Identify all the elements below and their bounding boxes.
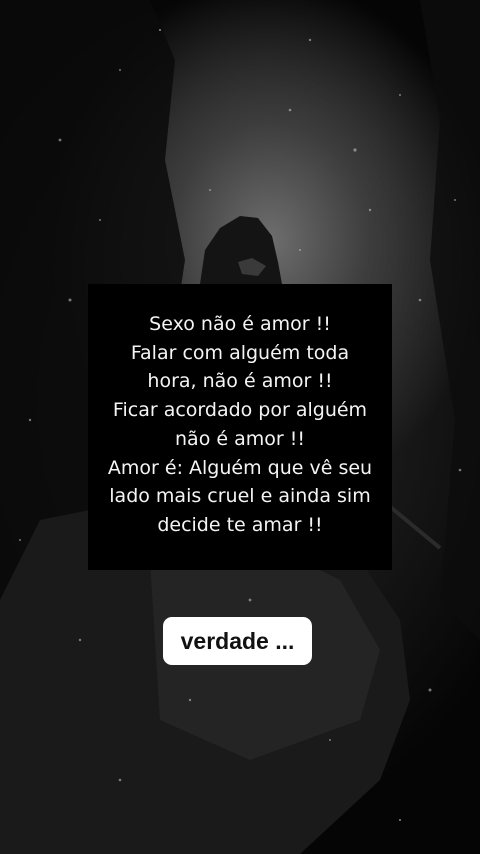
quote-line: hora, não é amor !! [147, 370, 333, 393]
quote-line: não é amor !! [175, 427, 305, 450]
quote-line: Sexo não é amor !! [149, 313, 331, 335]
quote-line: lado mais cruel e ainda sim [109, 485, 371, 508]
quote-line: Falar com alguém toda [130, 341, 350, 364]
background-photo: Sexo não é amor !! Falar com alguém toda… [0, 0, 480, 854]
quote-line: decide te amar !! [157, 513, 323, 536]
caption-label: verdade ... [163, 617, 312, 665]
quote-line: Amor é: Alguém que vê seu [107, 456, 373, 479]
quote-box: Sexo não é amor !! Falar com alguém toda… [88, 284, 392, 570]
quote-line: Ficar acordado por alguém [112, 399, 368, 422]
